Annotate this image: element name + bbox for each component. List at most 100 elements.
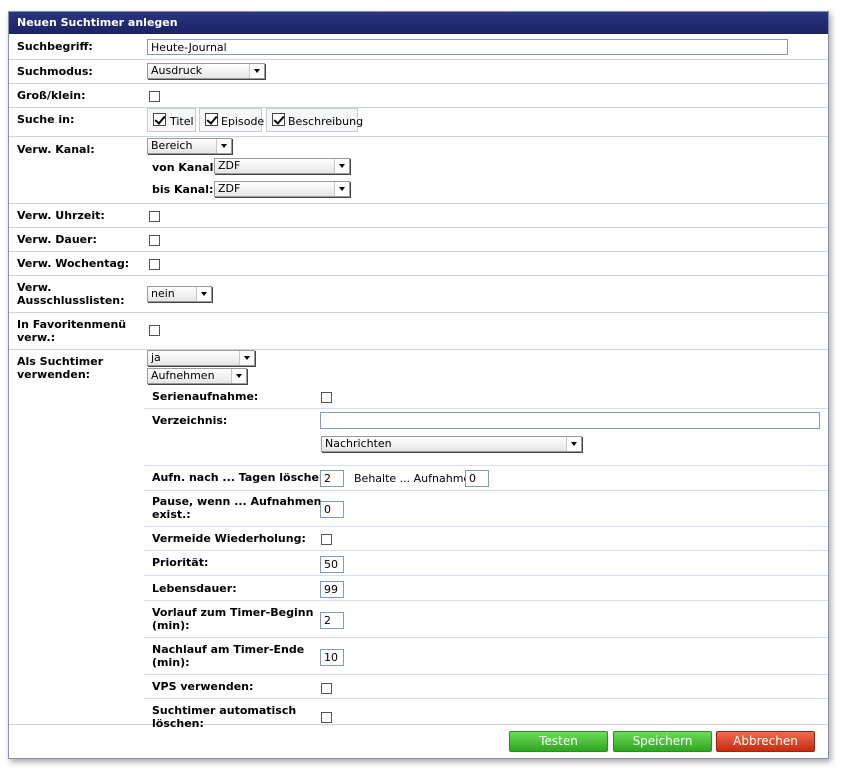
titel-label: Titel xyxy=(170,115,194,128)
vermeide-wiederholung-checkbox[interactable] xyxy=(321,534,332,545)
label-suche-in: Suche in: xyxy=(17,113,75,126)
episode-checkbox[interactable] xyxy=(205,113,218,126)
subrow-prioritaet xyxy=(144,551,828,576)
label-nachlauf-1: Nachlauf am Timer-Ende xyxy=(152,643,305,656)
label-verw-dauer: Verw. Dauer: xyxy=(17,233,97,246)
suchmodus-value: Ausdruck xyxy=(151,64,203,77)
verw-uhrzeit-checkbox[interactable] xyxy=(149,211,160,222)
serienaufnahme-checkbox[interactable] xyxy=(321,392,332,403)
label-ausschluss-2: Ausschlusslisten: xyxy=(17,294,125,307)
chevron-down-icon xyxy=(334,182,349,196)
row-ausschlusslisten: Verw. Ausschlusslisten: nein xyxy=(9,276,828,313)
label-pause-2: exist.: xyxy=(152,508,191,521)
als-suchtimer-select[interactable]: ja xyxy=(147,350,255,366)
speichern-button[interactable]: Speichern xyxy=(613,731,712,752)
chevron-down-icon xyxy=(216,139,231,153)
row-verw-dauer: Verw. Dauer: xyxy=(9,228,828,252)
row-suche-in: Suche in: xyxy=(9,108,828,137)
suche-in-episode[interactable]: Episode xyxy=(199,108,265,132)
verw-kanal-select[interactable]: Bereich xyxy=(147,138,232,154)
label-behalte: Behalte ... Aufnahmen: xyxy=(354,472,481,485)
label-als-suchtimer-2: verwenden: xyxy=(17,368,91,381)
label-vps: VPS verwenden: xyxy=(152,680,254,693)
behalte-input[interactable] xyxy=(465,470,489,487)
label-vermeide: Vermeide Wiederholung: xyxy=(152,532,306,545)
verzeichnis-input[interactable] xyxy=(320,412,820,429)
label-von-kanal: von Kanal: xyxy=(152,161,218,174)
chevron-down-icon xyxy=(249,64,264,78)
aktion-select[interactable]: Aufnehmen xyxy=(147,368,247,384)
dialog-window: Neuen Suchtimer anlegen Suchbegriff: Suc… xyxy=(8,11,829,759)
suche-in-titel[interactable]: Titel xyxy=(147,108,196,132)
label-auto-loeschen-2: löschen: xyxy=(152,717,204,730)
chevron-down-icon xyxy=(334,159,349,173)
ausschlusslisten-value: nein xyxy=(151,287,175,300)
nachlauf-input[interactable] xyxy=(320,649,344,666)
label-gross-klein: Groß/klein: xyxy=(17,89,86,102)
verzeichnis-select-value: Nachrichten xyxy=(325,437,392,450)
favoriten-checkbox[interactable] xyxy=(149,325,160,336)
label-verw-kanal: Verw. Kanal: xyxy=(17,143,95,156)
label-ausschluss-1: Verw. xyxy=(17,281,52,294)
lebensdauer-input[interactable] xyxy=(320,581,344,598)
label-bis-kanal: bis Kanal: xyxy=(152,183,214,196)
titel-checkbox[interactable] xyxy=(153,113,166,126)
abbrechen-button[interactable]: Abbrechen xyxy=(716,731,815,752)
label-auto-loeschen-1: Suchtimer automatisch xyxy=(152,704,297,717)
verw-wochentag-checkbox[interactable] xyxy=(149,259,160,270)
label-suchbegriff: Suchbegriff: xyxy=(17,40,93,53)
dialog-title: Neuen Suchtimer anlegen xyxy=(9,12,828,34)
label-verw-wochentag: Verw. Wochentag: xyxy=(17,257,130,270)
row-suchmodus: Suchmodus: Ausdruck xyxy=(9,60,828,84)
label-vorlauf-2: (min): xyxy=(152,619,190,632)
row-favoritenmenue: In Favoritenmenü verw.: xyxy=(9,313,828,350)
auto-loeschen-checkbox[interactable] xyxy=(321,712,332,723)
tage-loeschen-input[interactable] xyxy=(320,470,344,487)
row-als-suchtimer: Als Suchtimer verwenden: ja Aufnehmen Se… xyxy=(9,350,828,730)
label-als-suchtimer-1: Als Suchtimer xyxy=(17,355,104,368)
label-aufn-loeschen: Aufn. nach ... Tagen löschen: xyxy=(152,471,332,484)
chevron-down-icon xyxy=(239,351,254,365)
episode-label: Episode xyxy=(221,115,265,128)
als-suchtimer-value: ja xyxy=(151,351,161,364)
beschreibung-label: Beschreibung xyxy=(288,115,364,128)
row-gross-klein: Groß/klein: xyxy=(9,84,828,108)
row-verw-uhrzeit: Verw. Uhrzeit: xyxy=(9,204,828,228)
prioritaet-input[interactable] xyxy=(320,556,344,573)
chevron-down-icon xyxy=(196,287,211,301)
label-favoriten-2: verw.: xyxy=(17,331,56,344)
subrow-lebensdauer xyxy=(144,576,828,601)
aktion-value: Aufnehmen xyxy=(151,369,215,382)
von-kanal-select[interactable]: ZDF xyxy=(214,158,350,174)
beschreibung-checkbox[interactable] xyxy=(272,113,285,126)
row-suchbegriff: Suchbegriff: xyxy=(9,35,828,60)
label-lebensdauer: Lebensdauer: xyxy=(152,582,237,595)
vps-checkbox[interactable] xyxy=(321,683,332,694)
chevron-down-icon xyxy=(231,369,246,383)
label-vorlauf-1: Vorlauf zum Timer-Beginn xyxy=(152,606,314,619)
gross-klein-checkbox[interactable] xyxy=(149,91,160,102)
suchbegriff-input[interactable] xyxy=(147,39,788,55)
ausschlusslisten-select[interactable]: nein xyxy=(147,286,212,302)
verzeichnis-select[interactable]: Nachrichten xyxy=(321,436,582,452)
row-verw-kanal: Verw. Kanal: Bereich von Kanal: ZDF bis … xyxy=(9,137,828,204)
verw-dauer-checkbox[interactable] xyxy=(149,235,160,246)
testen-button[interactable]: Testen xyxy=(509,731,608,752)
chevron-down-icon xyxy=(566,437,581,451)
vorlauf-input[interactable] xyxy=(320,612,344,629)
bis-kanal-select[interactable]: ZDF xyxy=(214,181,350,197)
label-favoriten-1: In Favoritenmenü xyxy=(17,318,127,331)
label-verzeichnis: Verzeichnis: xyxy=(152,414,228,427)
suchmodus-select[interactable]: Ausdruck xyxy=(147,63,265,79)
label-pause-1: Pause, wenn ... Aufnahmen xyxy=(152,495,322,508)
label-suchmodus: Suchmodus: xyxy=(17,65,93,78)
von-kanal-value: ZDF xyxy=(218,159,241,172)
suche-in-beschreibung[interactable]: Beschreibung xyxy=(266,108,363,132)
row-verw-wochentag: Verw. Wochentag: xyxy=(9,252,828,276)
label-verw-uhrzeit: Verw. Uhrzeit: xyxy=(17,209,105,222)
label-prioritaet: Priorität: xyxy=(152,556,209,569)
label-serienaufnahme: Serienaufnahme: xyxy=(152,390,259,403)
verw-kanal-value: Bereich xyxy=(151,139,193,152)
pause-input[interactable] xyxy=(320,501,344,518)
label-nachlauf-2: (min): xyxy=(152,656,190,669)
